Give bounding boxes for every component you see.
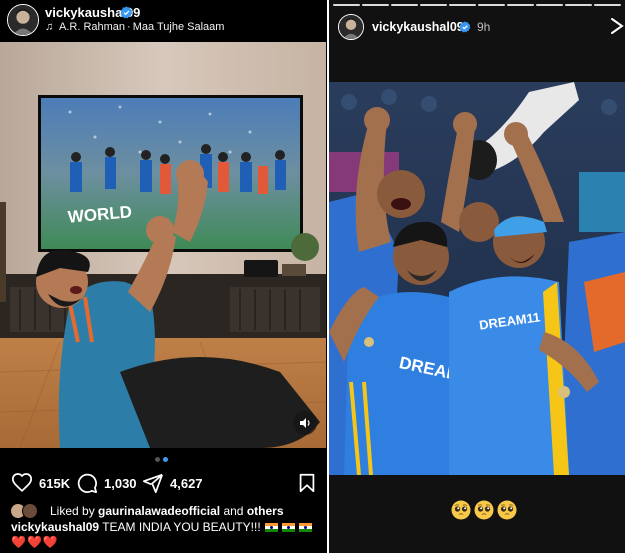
carousel-indicator bbox=[155, 457, 175, 463]
story-progress-segment bbox=[420, 4, 447, 6]
india-flag-icon bbox=[264, 523, 278, 532]
comment-count: 1,030 bbox=[104, 475, 137, 491]
music-separator: · bbox=[127, 21, 131, 33]
story-timestamp: 9h bbox=[477, 20, 491, 34]
mute-icon bbox=[300, 418, 310, 428]
pleading-face-icon bbox=[497, 500, 517, 520]
liked-by-others[interactable]: others bbox=[247, 504, 284, 518]
liked-by-prefix: Liked by bbox=[50, 504, 95, 518]
story-progress-segment bbox=[333, 4, 360, 6]
heart-icon bbox=[11, 473, 33, 492]
liker-avatar bbox=[22, 503, 38, 519]
post-header: vickykaushal09 ♫ A.R. Rahman · Maa Tujhe Sa… bbox=[0, 0, 326, 40]
caption-text: TEAM INDIA YOU BEAUTY!!! bbox=[102, 520, 261, 534]
story-progress-segment bbox=[594, 4, 621, 6]
like-button[interactable]: 615K bbox=[11, 472, 70, 494]
post-caption: vickykaushal09 TEAM INDIA YOU BEAUTY!!! … bbox=[11, 520, 321, 550]
save-button[interactable] bbox=[296, 472, 318, 494]
story-emoji-row bbox=[451, 500, 517, 520]
close-icon[interactable] bbox=[610, 17, 624, 35]
share-count: 4,627 bbox=[170, 475, 203, 491]
carousel-dot-active[interactable] bbox=[163, 457, 168, 462]
story-progress-segment bbox=[536, 4, 563, 6]
pleading-face-icon bbox=[474, 500, 494, 520]
caption-hearts: ❤️❤️❤️ bbox=[11, 535, 59, 549]
comment-button[interactable]: 1,030 bbox=[76, 472, 137, 494]
story-progress-segment bbox=[507, 4, 534, 6]
story-profile-avatar[interactable] bbox=[338, 14, 364, 40]
instagram-post: vickykaushal09 ♫ A.R. Rahman · Maa Tujhe Sa… bbox=[0, 0, 326, 553]
pleading-face-icon bbox=[451, 500, 471, 520]
music-artist: A.R. Rahman bbox=[59, 21, 126, 33]
mute-button[interactable] bbox=[293, 411, 317, 435]
caption-username[interactable]: vickykaushal09 bbox=[11, 520, 99, 534]
profile-avatar[interactable] bbox=[7, 4, 39, 36]
liker-avatars bbox=[10, 503, 46, 519]
india-flag-icon bbox=[298, 523, 312, 532]
like-count: 615K bbox=[39, 475, 71, 491]
story-progress-segment bbox=[362, 4, 389, 6]
music-attribution[interactable]: ♫ A.R. Rahman · Maa Tujhe Salaam bbox=[45, 21, 224, 33]
india-flag-icon bbox=[281, 523, 295, 532]
verified-icon bbox=[120, 6, 133, 19]
post-photo[interactable]: WORLD bbox=[0, 42, 326, 448]
story-progress-bar bbox=[333, 4, 621, 6]
music-note-icon: ♫ bbox=[45, 21, 54, 33]
liked-by-connector: and bbox=[223, 504, 244, 518]
carousel-dot[interactable] bbox=[155, 457, 160, 462]
story-progress-segment bbox=[449, 4, 476, 6]
instagram-story: vickykaushal09 9h DREAM DREAM11 bbox=[329, 0, 625, 553]
story-username[interactable]: vickykaushal09 bbox=[372, 20, 464, 34]
bookmark-icon bbox=[299, 473, 315, 493]
post-actions: 615K 1,030 4,627 bbox=[0, 470, 326, 496]
share-button[interactable]: 4,627 bbox=[142, 472, 203, 494]
share-icon bbox=[142, 473, 163, 494]
story-progress-segment bbox=[565, 4, 592, 6]
comment-icon bbox=[77, 473, 98, 494]
story-progress-segment bbox=[391, 4, 418, 6]
liked-by-user[interactable]: gaurinalawadeofficial bbox=[98, 504, 220, 518]
music-song: Maa Tujhe Salaam bbox=[132, 21, 225, 33]
verified-icon bbox=[459, 21, 471, 33]
story-progress-segment bbox=[478, 4, 505, 6]
liked-by-line[interactable]: Liked by gaurinalawadeofficial and other… bbox=[10, 503, 284, 519]
story-photo[interactable]: DREAM DREAM11 bbox=[329, 82, 625, 475]
